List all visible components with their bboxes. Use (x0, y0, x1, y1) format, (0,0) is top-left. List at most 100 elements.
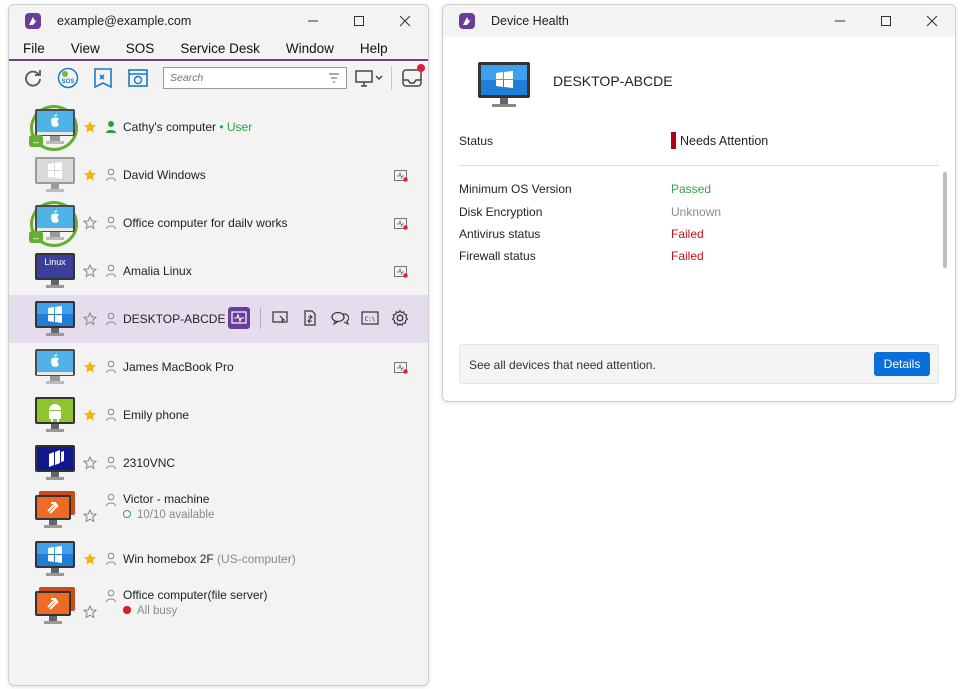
star-filled-icon[interactable] (83, 168, 97, 182)
user-icon (105, 312, 117, 326)
inbox-button[interactable] (401, 64, 425, 89)
device-row[interactable]: David Windows (9, 151, 428, 199)
star-filled-icon[interactable] (83, 552, 97, 566)
scrollbar[interactable] (943, 172, 947, 268)
chat-button[interactable] (329, 307, 351, 329)
star-filled-icon[interactable] (83, 408, 97, 422)
device-name-text: Amalia Linux (123, 264, 192, 278)
search-box[interactable] (163, 67, 347, 89)
device-list: ↔ Cathy's computer • User David Windows ↔ Of… (9, 103, 428, 631)
filter-icon[interactable] (328, 72, 340, 84)
android-icon (34, 395, 76, 435)
device-health-button[interactable] (228, 307, 250, 329)
device-row[interactable]: DESKTOP-ABCDE C:\ (9, 295, 428, 343)
device-name: Office computer(file server) (123, 588, 268, 602)
service-desk-icon (94, 68, 112, 89)
device-name-text: Office computer(file server) (123, 588, 268, 602)
svg-text:SOS: SOS (62, 79, 75, 85)
device-health-alert-icon[interactable] (394, 217, 408, 230)
device-name: DESKTOP-ABCDE (123, 312, 225, 326)
availability-status: 10/10 available (123, 509, 214, 521)
device-health-alert-icon[interactable] (394, 265, 408, 278)
star-empty-icon[interactable] (82, 215, 98, 230)
available-status-icon (123, 510, 131, 518)
mac-icon (34, 347, 76, 387)
menu-bar: File View SOS Service Desk Window Help (9, 37, 428, 61)
device-row[interactable]: James MacBook Pro (9, 343, 428, 391)
user-icon (105, 360, 117, 374)
minimize-icon (835, 20, 845, 22)
status-indicator (671, 132, 676, 149)
menu-sos[interactable]: SOS (126, 41, 155, 56)
sos-button[interactable]: SOS (56, 66, 80, 90)
device-health-alert-icon[interactable] (394, 361, 408, 374)
check-label: Firewall status (459, 249, 536, 263)
vnc-icon (34, 443, 76, 483)
search-input[interactable] (170, 72, 320, 84)
monitor-view-icon (355, 70, 383, 87)
device-monitor-icon (476, 60, 532, 110)
device-row[interactable]: Office computer(file server) All busy (9, 583, 428, 631)
check-label: Antivirus status (459, 227, 541, 241)
device-health-alert-icon[interactable] (394, 169, 408, 182)
device-row[interactable]: Emily phone (9, 391, 428, 439)
maximize-button[interactable] (863, 5, 909, 37)
device-name: David Windows (123, 168, 206, 182)
device-name: James MacBook Pro (123, 360, 234, 374)
device-row[interactable]: Linux Amalia Linux (9, 247, 428, 295)
device-name-suffix: (US-computer) (213, 552, 296, 566)
view-mode-dropdown[interactable] (355, 67, 385, 89)
minimize-button[interactable] (290, 5, 336, 37)
maximize-button[interactable] (336, 5, 382, 37)
user-icon (105, 552, 117, 566)
star-empty-icon[interactable] (82, 604, 98, 619)
device-name: Amalia Linux (123, 264, 192, 278)
close-button[interactable] (382, 5, 428, 37)
device-row[interactable]: ↔ Office computer for dailv works (9, 199, 428, 247)
file-transfer-button[interactable] (299, 307, 321, 329)
device-row[interactable]: 2310VNC (9, 439, 428, 487)
device-name-text: James MacBook Pro (123, 360, 234, 374)
availability-text: 10/10 available (137, 509, 215, 521)
remote-session-icon (128, 69, 148, 87)
svg-text:C:\: C:\ (365, 316, 376, 323)
service-desk-button[interactable] (91, 66, 115, 90)
star-filled-icon[interactable] (83, 120, 97, 134)
command-line-button[interactable]: C:\ (359, 307, 381, 329)
device-name: Office computer for dailv works (123, 216, 288, 230)
user-icon (105, 408, 117, 422)
settings-button[interactable] (389, 307, 411, 329)
divider (459, 165, 939, 166)
star-empty-icon[interactable] (82, 311, 98, 326)
remote-control-button[interactable] (269, 307, 291, 329)
main-titlebar: example@example.com (9, 5, 428, 37)
star-filled-icon[interactable] (83, 360, 97, 374)
minimize-button[interactable] (817, 5, 863, 37)
user-icon (105, 216, 117, 230)
refresh-button[interactable] (21, 66, 45, 90)
details-button[interactable]: Details (874, 352, 930, 376)
device-name: Victor - machine (123, 492, 209, 506)
device-name-text: Office computer for dailv works (123, 216, 288, 230)
star-empty-icon[interactable] (82, 263, 98, 278)
windows-grey-icon (34, 155, 76, 195)
menu-file[interactable]: File (23, 41, 45, 56)
star-empty-icon[interactable] (82, 455, 98, 470)
user-online-icon (105, 120, 117, 134)
menu-window[interactable]: Window (286, 41, 334, 56)
star-empty-icon[interactable] (82, 508, 98, 523)
banner-text: See all devices that need attention. (469, 358, 656, 372)
remote-session-button[interactable] (126, 66, 150, 90)
connected-badge-icon: ↔ (29, 135, 43, 147)
device-row[interactable]: Victor - machine 10/10 available (9, 487, 428, 535)
device-row[interactable]: ↔ Cathy's computer • User (9, 103, 428, 151)
windows-icon (34, 299, 76, 339)
close-button[interactable] (909, 5, 955, 37)
menu-view[interactable]: View (71, 41, 100, 56)
check-value: Failed (671, 227, 704, 241)
close-icon (399, 15, 411, 27)
device-row[interactable]: Win homebox 2F (US-computer) (9, 535, 428, 583)
menu-service-desk[interactable]: Service Desk (180, 41, 260, 56)
toolbar-divider (391, 66, 392, 90)
menu-help[interactable]: Help (360, 41, 388, 56)
